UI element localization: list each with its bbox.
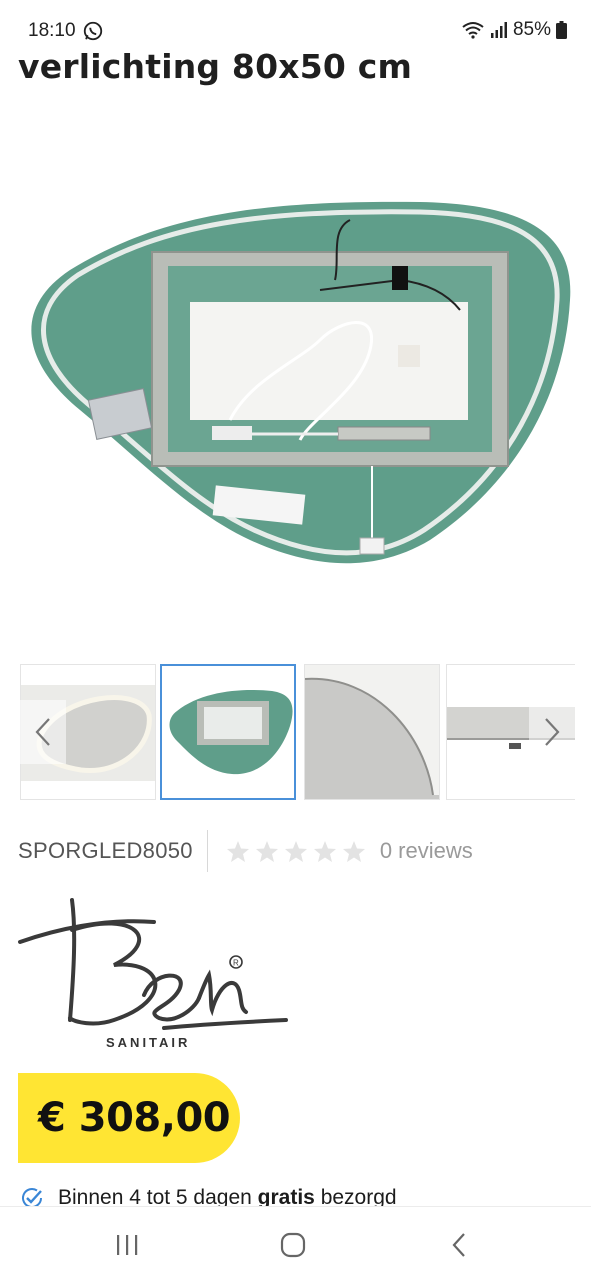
thumbnail-strip xyxy=(20,664,575,800)
reviews-link[interactable]: 0 reviews xyxy=(380,838,473,864)
battery-icon xyxy=(556,21,567,39)
recents-button[interactable] xyxy=(105,1227,149,1263)
whatsapp-icon xyxy=(83,21,103,41)
back-icon xyxy=(452,1233,465,1257)
product-main-image[interactable] xyxy=(0,120,591,640)
status-bar: 18:10 85% xyxy=(0,0,591,46)
star-icon xyxy=(226,840,249,862)
system-nav-bar xyxy=(0,1206,591,1280)
price-value: € 308,00 xyxy=(38,1095,231,1141)
thumbnail-3[interactable] xyxy=(304,664,440,800)
product-title: verlichting 80x50 cm xyxy=(18,47,413,86)
star-icon xyxy=(342,840,365,862)
battery-percent: 85% xyxy=(512,19,551,40)
rating-stars[interactable] xyxy=(226,840,366,863)
gallery-prev-button[interactable] xyxy=(20,700,66,764)
recents-icon xyxy=(117,1235,138,1255)
chevron-left-icon xyxy=(35,718,50,746)
home-icon xyxy=(280,1232,306,1258)
star-icon xyxy=(255,840,278,862)
signal-icon xyxy=(490,22,507,38)
star-icon xyxy=(313,840,336,862)
star-icon xyxy=(284,840,307,862)
brand-logo[interactable]: R xyxy=(14,890,304,1055)
home-button[interactable] xyxy=(271,1227,315,1263)
sku-code: SPORGLED8050 xyxy=(18,838,193,863)
status-right: 85% xyxy=(461,19,567,41)
price-badge: € 308,00 xyxy=(18,1073,240,1163)
wifi-icon xyxy=(462,22,484,39)
product-meta-row: SPORGLED8050 0 reviews xyxy=(18,830,473,872)
brand-logo-subtitle: SANITAIR xyxy=(106,1035,191,1050)
status-time: 18:10 xyxy=(28,20,76,41)
back-button[interactable] xyxy=(437,1227,481,1263)
svg-text:R: R xyxy=(233,959,239,968)
chevron-right-icon xyxy=(545,718,560,746)
gallery-next-button[interactable] xyxy=(529,700,575,764)
meta-divider xyxy=(206,830,208,872)
thumbnail-2-active[interactable] xyxy=(160,664,296,800)
